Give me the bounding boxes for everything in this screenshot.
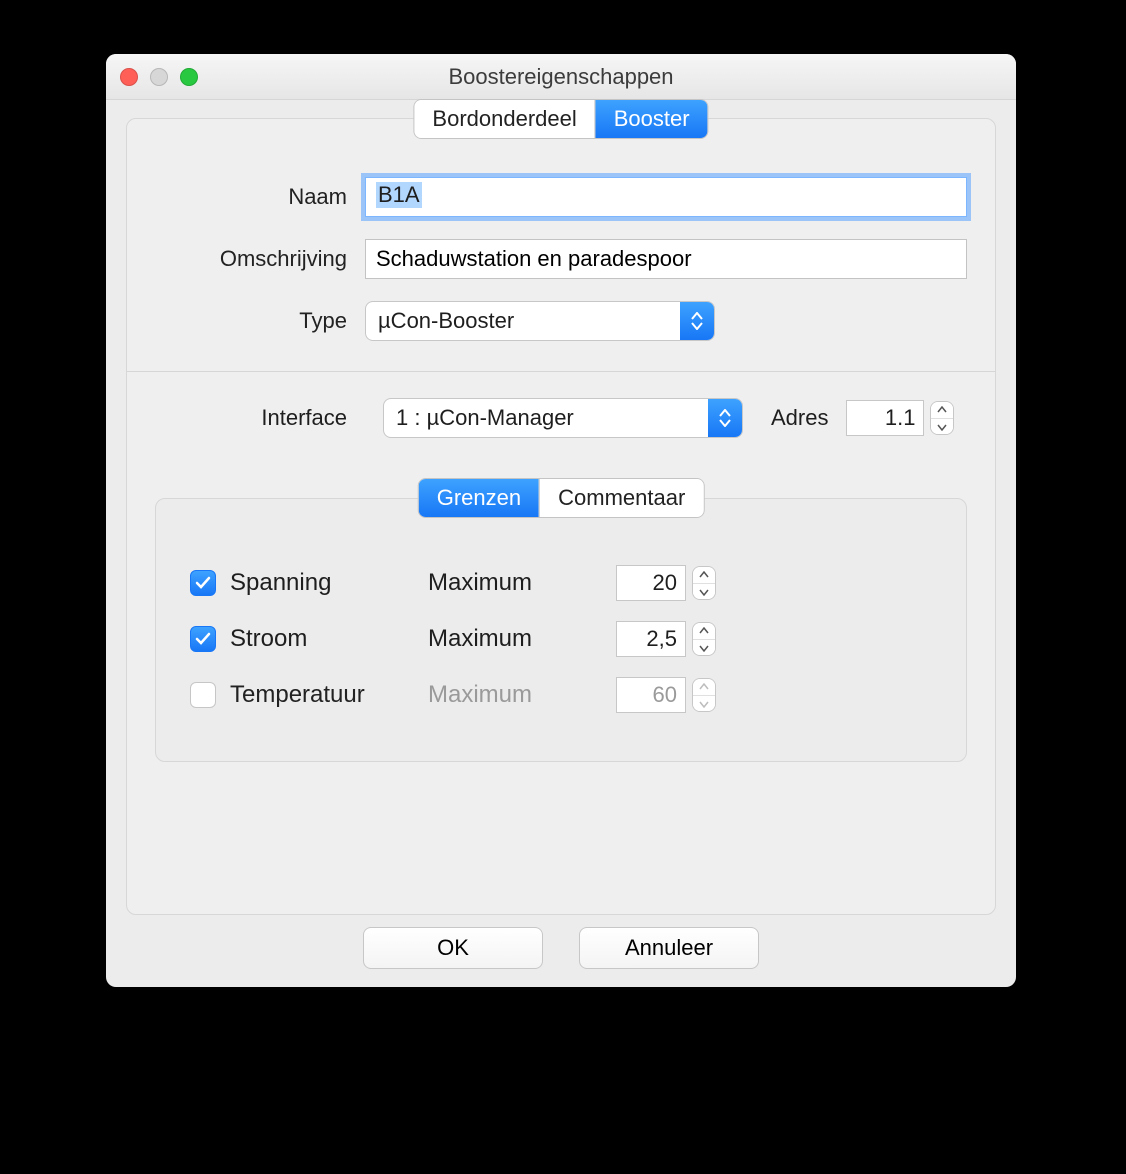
ok-button[interactable]: OK xyxy=(363,927,543,969)
minimize-icon xyxy=(150,68,168,86)
adres-stepper[interactable]: 1.1 xyxy=(846,400,954,436)
spanning-max-value[interactable]: 20 xyxy=(616,565,686,601)
row-spanning: Spanning Maximum 20 xyxy=(190,565,932,601)
checkbox-icon xyxy=(190,570,216,596)
row-naam: Naam B1A xyxy=(155,177,967,217)
chevron-updown-icon xyxy=(708,399,742,437)
tab-booster[interactable]: Booster xyxy=(595,100,708,138)
spanning-step-up[interactable] xyxy=(693,567,715,583)
adres-stepper-buttons xyxy=(930,401,954,435)
row-interface: Interface 1 : µCon-Manager Adres 1.1 xyxy=(155,398,967,438)
temperatuur-step-up xyxy=(693,679,715,695)
type-select[interactable]: µCon-Booster xyxy=(365,301,715,341)
tab-commentaar[interactable]: Commentaar xyxy=(539,479,703,517)
stroom-checkbox[interactable]: Stroom xyxy=(190,625,410,653)
tab-bordonderdeel[interactable]: Bordonderdeel xyxy=(414,100,594,138)
limits-tabs: Grenzen Commentaar xyxy=(419,479,704,517)
stroom-label: Stroom xyxy=(230,625,307,653)
naam-input[interactable]: B1A xyxy=(365,177,967,217)
window-title: Boostereigenschappen xyxy=(448,64,673,90)
checkbox-icon xyxy=(190,626,216,652)
temperatuur-stepper: 60 xyxy=(616,677,932,713)
limits-panel: Grenzen Commentaar Spanning Maximum 20 xyxy=(155,498,967,762)
spanning-step-down[interactable] xyxy=(693,583,715,599)
naam-label: Naam xyxy=(155,184,365,210)
interface-value: 1 : µCon-Manager xyxy=(384,405,708,431)
stroom-max-label: Maximum xyxy=(428,625,598,653)
temperatuur-max-value: 60 xyxy=(616,677,686,713)
window-controls xyxy=(120,68,198,86)
omschrijving-label: Omschrijving xyxy=(155,246,365,272)
spanning-stepper[interactable]: 20 xyxy=(616,565,932,601)
main-tabs: Bordonderdeel Booster xyxy=(414,100,707,138)
close-icon[interactable] xyxy=(120,68,138,86)
row-temperatuur: Temperatuur Maximum 60 xyxy=(190,677,932,713)
adres-step-up[interactable] xyxy=(931,402,953,418)
row-stroom: Stroom Maximum 2,5 xyxy=(190,621,932,657)
chevron-updown-icon xyxy=(680,302,714,340)
main-panel: Naam B1A Omschrijving Type µCon-Booster xyxy=(126,118,996,915)
adres-label: Adres xyxy=(771,405,828,431)
adres-value[interactable]: 1.1 xyxy=(846,400,924,436)
zoom-icon[interactable] xyxy=(180,68,198,86)
interface-select[interactable]: 1 : µCon-Manager xyxy=(383,398,743,438)
dialog-footer: OK Annuleer xyxy=(106,927,1016,969)
row-omschrijving: Omschrijving xyxy=(155,239,967,279)
temperatuur-step-down xyxy=(693,695,715,711)
tab-grenzen[interactable]: Grenzen xyxy=(419,479,539,517)
temperatuur-checkbox[interactable]: Temperatuur xyxy=(190,681,410,709)
temperatuur-max-label: Maximum xyxy=(428,681,598,709)
row-type: Type µCon-Booster xyxy=(155,301,967,341)
dialog-window: Boostereigenschappen Bordonderdeel Boost… xyxy=(106,54,1016,987)
naam-value: B1A xyxy=(376,182,422,208)
adres-step-down[interactable] xyxy=(931,418,953,434)
stroom-max-value[interactable]: 2,5 xyxy=(616,621,686,657)
omschrijving-input[interactable] xyxy=(365,239,967,279)
interface-label: Interface xyxy=(155,405,365,431)
spanning-checkbox[interactable]: Spanning xyxy=(190,569,410,597)
checkbox-icon xyxy=(190,682,216,708)
spanning-label: Spanning xyxy=(230,569,331,597)
titlebar: Boostereigenschappen xyxy=(106,54,1016,100)
type-label: Type xyxy=(155,308,365,334)
stroom-stepper[interactable]: 2,5 xyxy=(616,621,932,657)
stroom-step-down[interactable] xyxy=(693,639,715,655)
divider xyxy=(127,371,995,372)
temperatuur-label: Temperatuur xyxy=(230,681,365,709)
spanning-max-label: Maximum xyxy=(428,569,598,597)
stroom-step-up[interactable] xyxy=(693,623,715,639)
cancel-button[interactable]: Annuleer xyxy=(579,927,759,969)
type-value: µCon-Booster xyxy=(366,308,680,334)
